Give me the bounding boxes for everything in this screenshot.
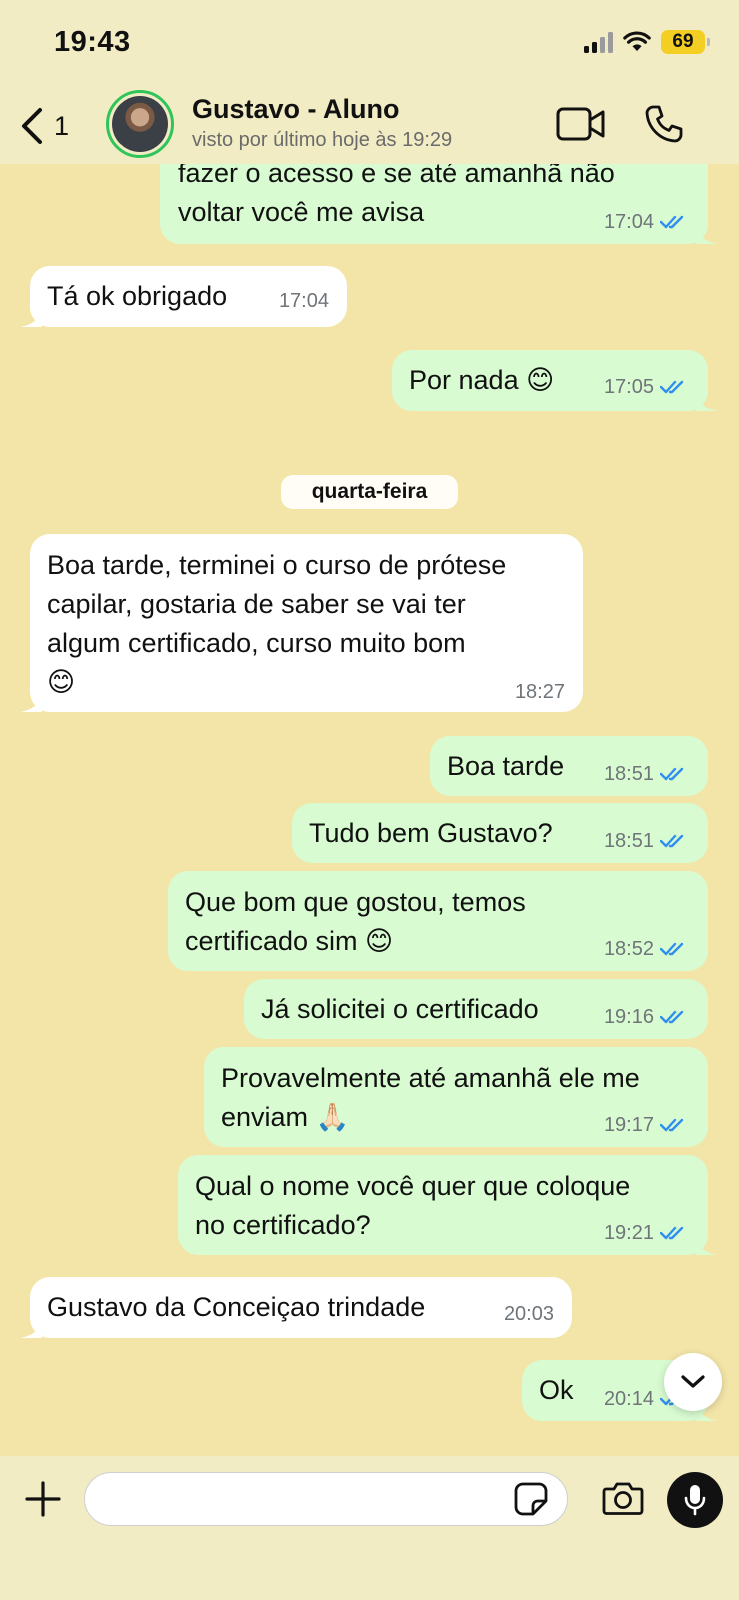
bubble-tail <box>696 393 718 411</box>
message-meta: 18:51 <box>604 764 688 784</box>
camera-button[interactable] <box>602 1480 644 1521</box>
message-composer <box>0 1456 739 1600</box>
bubble-tail <box>20 694 42 712</box>
phone-icon <box>645 105 683 143</box>
bubble-tail <box>20 309 42 327</box>
unread-count: 1 <box>54 110 70 141</box>
message-meta: 20:03 <box>504 1304 554 1324</box>
message-bubble-incoming[interactable]: Boa tarde, terminei o curso de prótese c… <box>20 534 583 712</box>
read-receipt-icon <box>660 215 684 229</box>
message-time: 19:17 <box>603 1114 654 1136</box>
video-camera-icon <box>556 107 605 141</box>
microphone-icon <box>684 1485 706 1516</box>
message-bubble-incoming[interactable]: Gustavo da Conceiçao trindade 20:03 <box>20 1277 572 1338</box>
message-time: 18:51 <box>603 830 654 852</box>
message-time: 18:51 <box>603 763 654 785</box>
message-time: 18:52 <box>603 938 654 960</box>
voice-call-button[interactable] <box>644 104 684 149</box>
message-time: 19:16 <box>603 1006 654 1028</box>
plus-icon <box>25 1481 61 1517</box>
bubble-tail <box>20 1320 42 1338</box>
scroll-to-bottom-button[interactable] <box>664 1353 722 1411</box>
message-bubble-outgoing[interactable]: Provavelmente até amanhã ele me enviam 🙏… <box>204 1047 708 1147</box>
status-bar: 19:43 69 <box>0 0 739 88</box>
chevron-down-icon <box>681 1375 705 1388</box>
voice-message-button[interactable] <box>667 1472 723 1528</box>
read-receipt-icon <box>660 942 684 956</box>
message-text: Gustavo da Conceiçao trindade <box>47 1292 426 1322</box>
read-receipt-icon <box>660 1010 684 1024</box>
message-text: algum certificado, curso muito bom <box>47 628 466 658</box>
message-text: Provavelmente até amanhã ele me <box>221 1063 640 1093</box>
message-time: 17:04 <box>603 211 654 233</box>
message-meta: 17:05 <box>604 377 688 397</box>
message-meta: 18:52 <box>604 939 688 959</box>
message-time: 17:05 <box>603 376 654 398</box>
message-meta: 19:21 <box>604 1223 688 1243</box>
message-bubble-outgoing[interactable]: Tudo bem Gustavo? 18:51 <box>292 803 708 863</box>
cellular-signal-icon <box>584 31 613 53</box>
camera-icon <box>602 1482 644 1515</box>
message-text: capilar, gostaria de saber se vai ter <box>47 589 466 619</box>
chevron-left-icon <box>22 108 42 144</box>
message-time: 19:21 <box>603 1222 654 1244</box>
message-bubble-outgoing[interactable]: Que bom que gostou, temos certificado si… <box>168 871 708 971</box>
message-text: Boa tarde, terminei o curso de prótese <box>47 550 507 580</box>
status-time: 19:43 <box>54 26 131 58</box>
message-bubble-outgoing[interactable]: Já solicitei o certificado 19:16 <box>244 979 708 1039</box>
attach-button[interactable] <box>24 1480 62 1523</box>
read-receipt-icon <box>660 767 684 781</box>
sticker-icon <box>514 1482 548 1516</box>
message-meta: 19:16 <box>604 1007 688 1027</box>
status-icons: 69 <box>584 30 710 54</box>
message-time: 20:03 <box>503 1303 554 1325</box>
message-bubble-incoming[interactable]: Tá ok obrigado 17:04 <box>20 266 347 327</box>
read-receipt-icon <box>660 834 684 848</box>
last-seen-status: visto por último hoje às 19:29 <box>192 129 453 151</box>
message-text: Que bom que gostou, temos <box>185 887 526 917</box>
message-meta: 19:17 <box>604 1115 688 1135</box>
message-meta: 18:51 <box>604 831 688 851</box>
message-meta: 18:27 <box>515 682 565 702</box>
bubble-tail <box>696 226 718 244</box>
message-meta: 17:04 <box>279 291 329 311</box>
sticker-button[interactable] <box>514 1482 548 1521</box>
bubble-tail <box>696 1237 718 1255</box>
read-receipt-icon <box>660 1118 684 1132</box>
read-receipt-icon <box>660 380 684 394</box>
message-time: 18:27 <box>514 681 565 703</box>
message-input[interactable] <box>84 1472 568 1526</box>
message-time: 20:14 <box>603 1388 654 1410</box>
video-call-button[interactable] <box>556 106 606 147</box>
message-bubble-outgoing[interactable]: Por nada 😊 17:05 <box>392 350 718 411</box>
message-time: 17:04 <box>278 290 329 312</box>
read-receipt-icon <box>660 1226 684 1240</box>
date-separator: quarta-feira <box>281 475 458 509</box>
wifi-icon <box>623 31 651 51</box>
contact-name[interactable]: Gustavo - Aluno <box>192 94 400 125</box>
message-text: Qual o nome você quer que coloque <box>195 1171 631 1201</box>
message-text: 😊 <box>47 667 76 697</box>
chat-header: 1 Gustavo - Aluno visto por último hoje … <box>0 88 739 164</box>
message-bubble-outgoing[interactable]: Qual o nome você quer que coloque no cer… <box>178 1155 718 1255</box>
message-bubble-outgoing[interactable]: Boa tarde 18:51 <box>430 736 708 796</box>
back-button[interactable]: 1 <box>20 104 69 148</box>
battery-indicator: 69 <box>661 30 710 54</box>
avatar[interactable] <box>106 90 174 158</box>
avatar-photo <box>112 96 168 152</box>
message-meta: 17:04 <box>604 212 688 232</box>
